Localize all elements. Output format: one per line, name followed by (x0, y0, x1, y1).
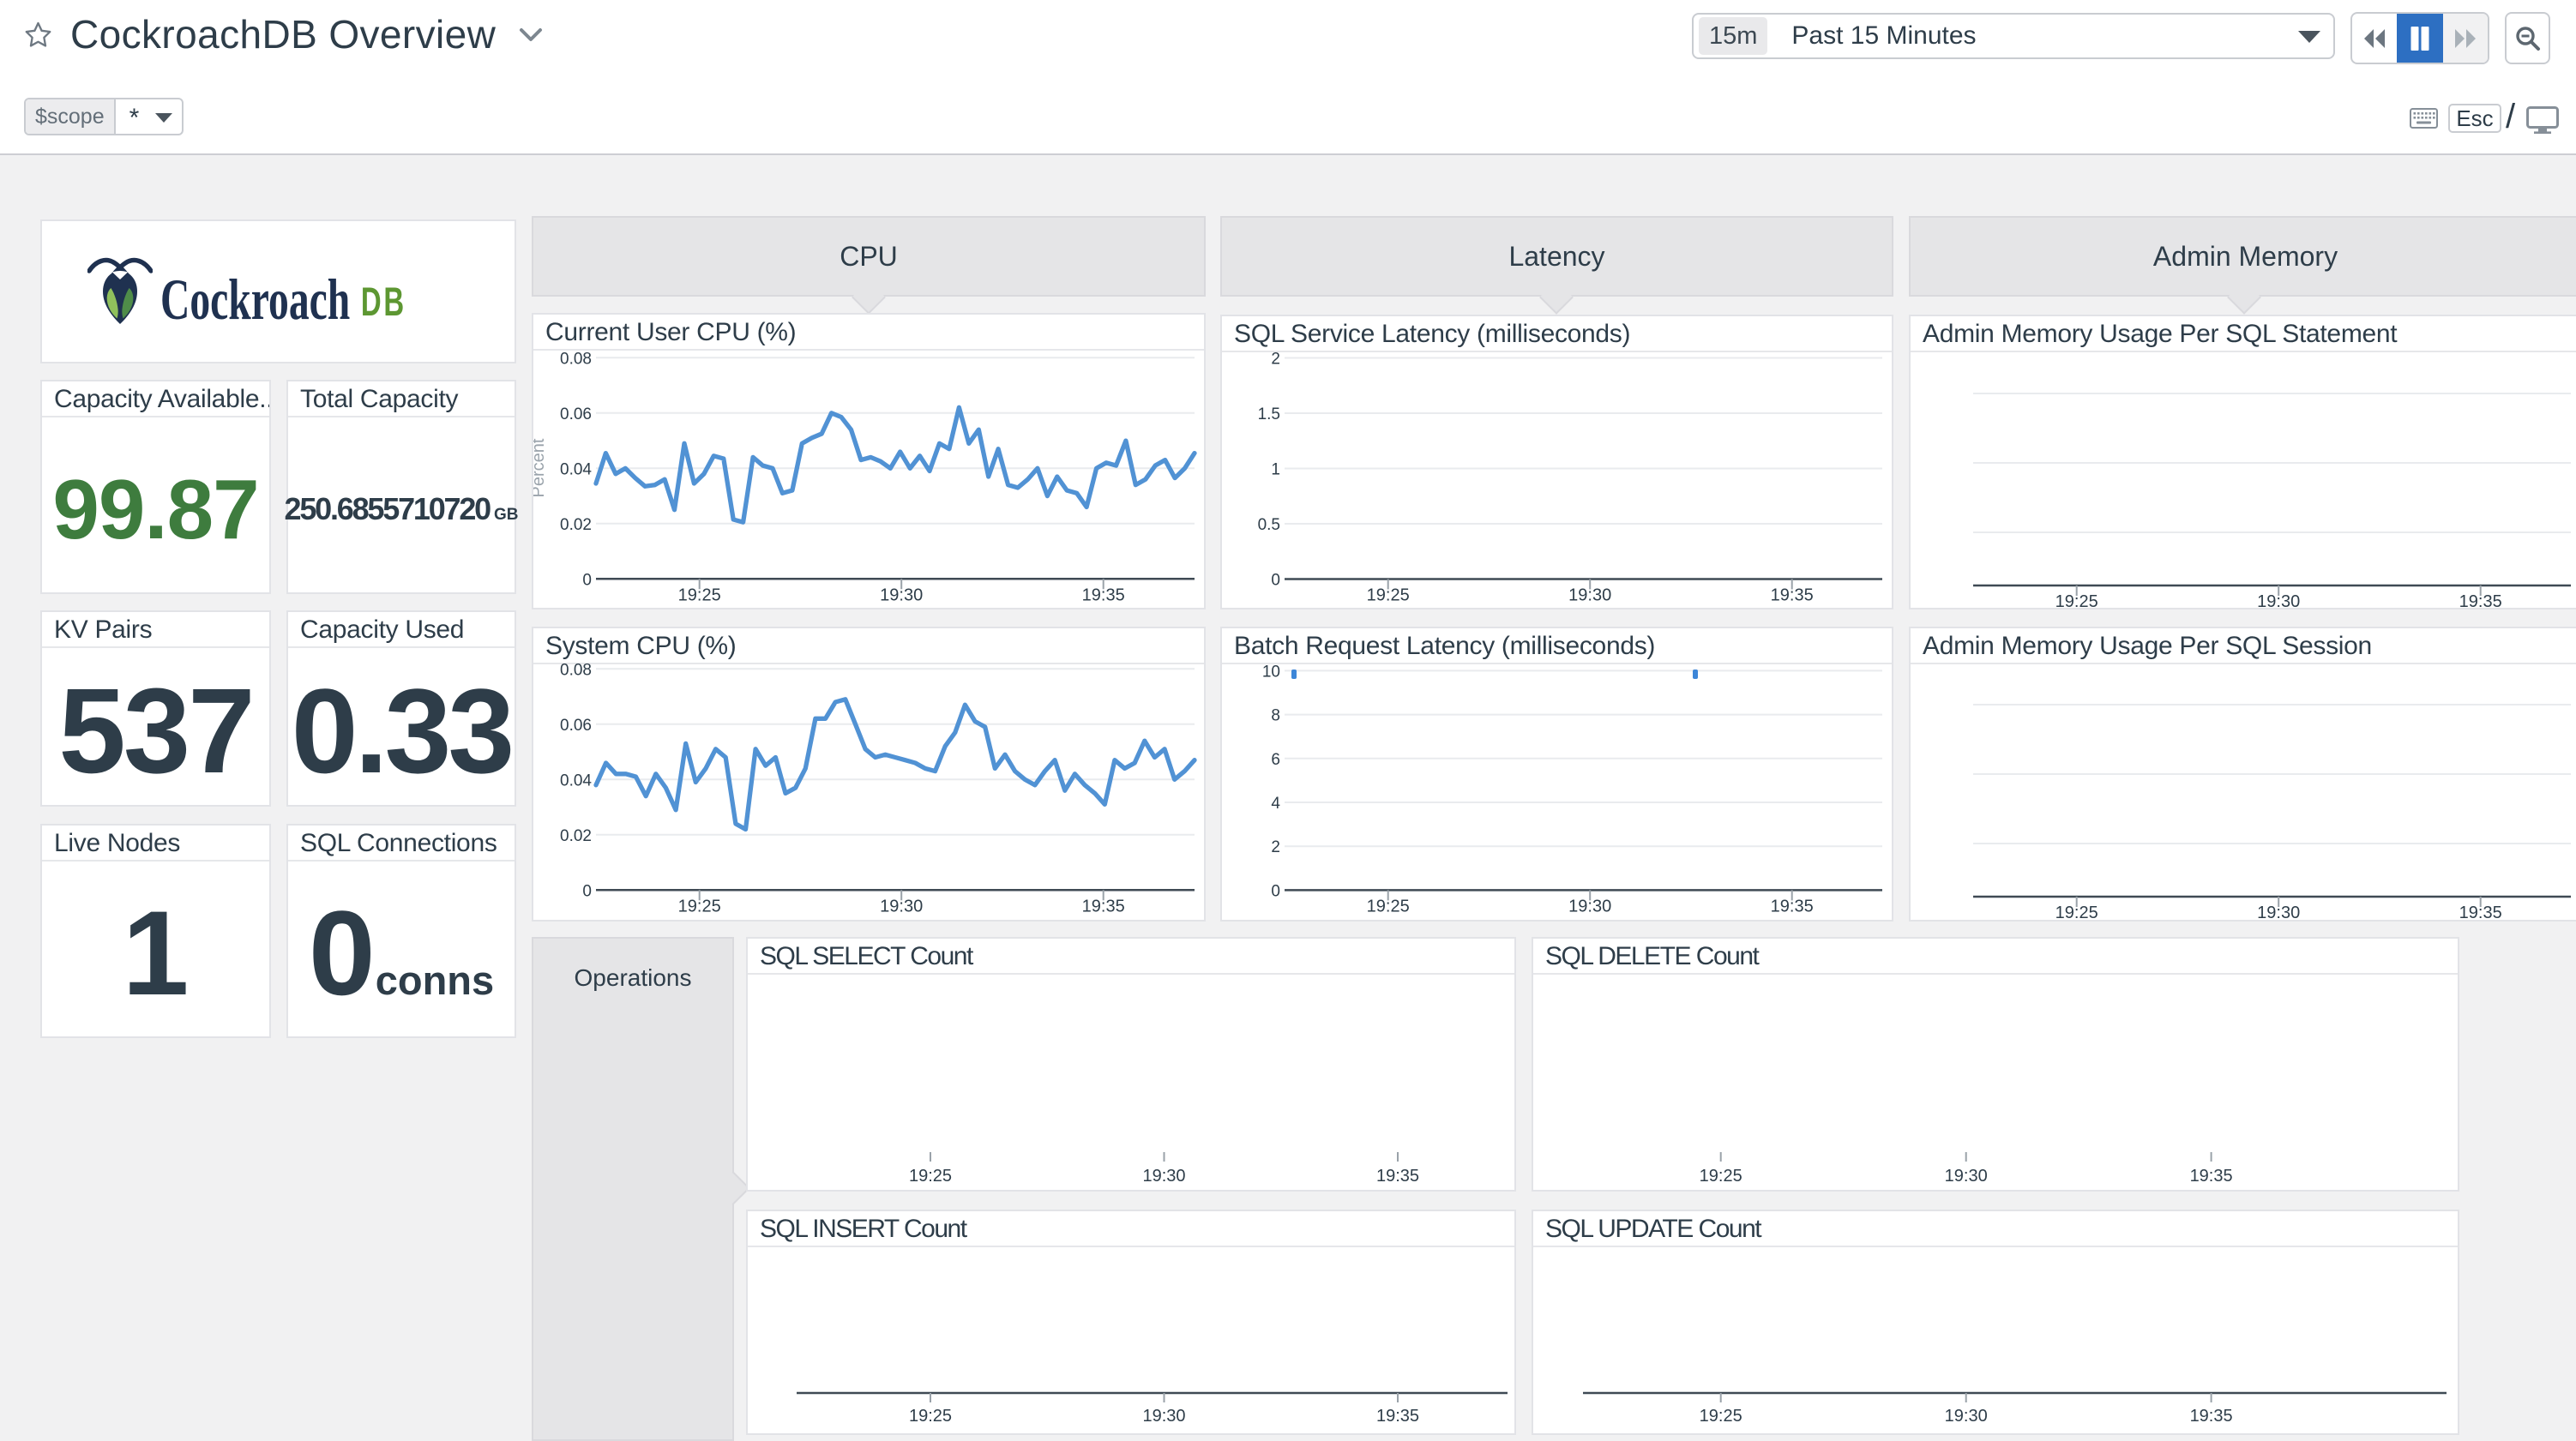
svg-text:0.02: 0.02 (560, 827, 592, 845)
svg-text:19:30: 19:30 (2257, 904, 2300, 920)
svg-text:19:30: 19:30 (880, 897, 923, 916)
svg-text:0.04: 0.04 (560, 772, 592, 790)
svg-text:19:30: 19:30 (1568, 586, 1611, 605)
svg-text:19:25: 19:25 (2055, 904, 2098, 920)
svg-text:10: 10 (1262, 663, 1280, 681)
svg-text:0: 0 (1271, 882, 1280, 900)
svg-text:19:25: 19:25 (909, 1167, 952, 1186)
svg-text:19:35: 19:35 (2190, 1407, 2233, 1426)
svg-text:8: 8 (1271, 707, 1280, 725)
svg-text:0.04: 0.04 (560, 460, 592, 478)
svg-text:19:35: 19:35 (1082, 897, 1125, 916)
svg-text:19:25: 19:25 (678, 585, 721, 604)
svg-text:19:35: 19:35 (1376, 1407, 1419, 1426)
svg-text:19:30: 19:30 (1142, 1407, 1185, 1426)
svg-text:19:30: 19:30 (1142, 1167, 1185, 1186)
svg-text:19:30: 19:30 (880, 585, 923, 604)
svg-text:19:25: 19:25 (1367, 586, 1410, 605)
svg-text:19:30: 19:30 (1945, 1167, 1988, 1186)
svg-text:19:35: 19:35 (2459, 592, 2502, 608)
svg-text:1: 1 (1271, 461, 1280, 479)
svg-text:Percent: Percent (533, 438, 548, 497)
svg-text:0.08: 0.08 (560, 661, 592, 679)
svg-text:1.5: 1.5 (1258, 405, 1280, 423)
svg-text:19:25: 19:25 (678, 897, 721, 916)
svg-text:0: 0 (582, 571, 592, 589)
svg-text:19:25: 19:25 (1367, 897, 1410, 916)
svg-text:4: 4 (1271, 795, 1280, 813)
svg-text:0: 0 (1271, 572, 1280, 590)
svg-text:0.5: 0.5 (1258, 516, 1280, 534)
svg-text:2: 2 (1271, 838, 1280, 856)
svg-text:0.08: 0.08 (560, 350, 592, 368)
svg-text:2: 2 (1271, 351, 1280, 369)
svg-text:19:35: 19:35 (2190, 1167, 2233, 1186)
svg-text:0: 0 (582, 882, 592, 900)
svg-text:19:30: 19:30 (1945, 1407, 1988, 1426)
svg-text:19:35: 19:35 (1771, 586, 1814, 605)
svg-text:19:35: 19:35 (1771, 897, 1814, 916)
svg-text:0.06: 0.06 (560, 405, 592, 423)
svg-text:19:25: 19:25 (909, 1407, 952, 1426)
svg-text:19:30: 19:30 (2257, 592, 2300, 608)
svg-text:19:35: 19:35 (2459, 904, 2502, 920)
svg-text:19:25: 19:25 (2055, 592, 2098, 608)
svg-text:6: 6 (1271, 751, 1280, 769)
svg-text:0.02: 0.02 (560, 516, 592, 534)
svg-text:19:35: 19:35 (1082, 585, 1125, 604)
svg-text:19:35: 19:35 (1376, 1167, 1419, 1186)
svg-text:19:25: 19:25 (1700, 1407, 1742, 1426)
svg-text:0.06: 0.06 (560, 717, 592, 735)
svg-text:19:30: 19:30 (1568, 897, 1611, 916)
svg-text:19:25: 19:25 (1700, 1167, 1742, 1186)
